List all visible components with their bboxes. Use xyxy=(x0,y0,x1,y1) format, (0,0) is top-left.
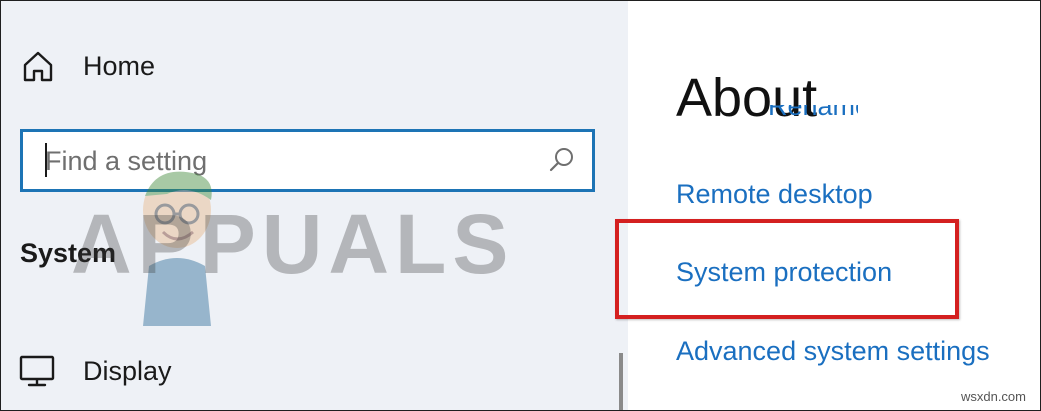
nav-item-display-label: Display xyxy=(83,355,172,386)
monitor-icon xyxy=(19,355,55,387)
search-input[interactable] xyxy=(45,139,525,183)
nav-item-display[interactable]: Display xyxy=(19,354,172,388)
partially-hidden-link[interactable]: Rename this PC (advanced) xyxy=(768,105,858,131)
nav-item-home[interactable]: Home xyxy=(21,49,155,83)
watermark-text: APPUALS xyxy=(71,197,515,291)
search-icon[interactable] xyxy=(548,146,576,174)
home-icon xyxy=(23,51,53,82)
system-protection-link[interactable]: System protection xyxy=(676,257,892,288)
nav-scrollbar[interactable] xyxy=(619,353,623,410)
navigation-pane: Home System Display xyxy=(1,1,628,410)
site-watermark: wsxdn.com xyxy=(960,389,1026,404)
nav-item-home-label: Home xyxy=(83,50,156,81)
section-heading-system: System xyxy=(20,238,117,268)
remote-desktop-link[interactable]: Remote desktop xyxy=(676,179,873,210)
settings-window: Home System Display xyxy=(0,0,1041,411)
search-box[interactable] xyxy=(20,129,595,192)
content-pane: About Rename this PC (advanced) Remote d… xyxy=(615,1,1040,410)
partially-hidden-link-text: Rename this PC (advanced) xyxy=(768,105,858,121)
advanced-system-settings-link[interactable]: Advanced system settings xyxy=(676,336,990,367)
